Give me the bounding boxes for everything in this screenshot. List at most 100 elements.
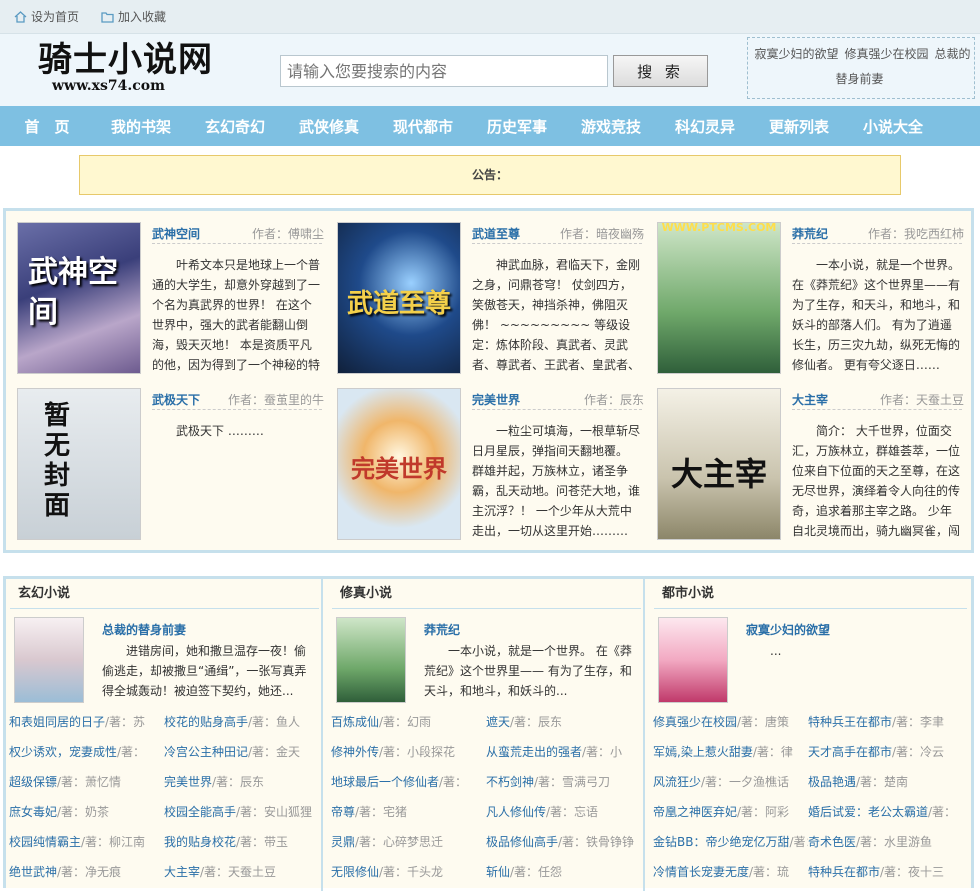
book-title[interactable]: 总裁的替身前妻	[102, 621, 186, 638]
list-item: 修真强少在校园/著：唐策	[653, 707, 808, 737]
nav-wuxia[interactable]: 武侠修真	[282, 116, 376, 137]
book-link[interactable]: 完美世界	[164, 775, 212, 789]
category-heading[interactable]: 玄幻小说	[10, 579, 319, 609]
book-cover[interactable]: 大主宰	[657, 388, 781, 540]
list-item: 极品修仙高手/著：铁骨铮铮	[486, 827, 641, 857]
book-author: /著：	[117, 745, 146, 759]
book-link[interactable]: 超级保镖	[9, 775, 57, 789]
list-row: 百炼成仙/著：幻雨 遮天/著：辰东	[331, 707, 647, 737]
book-title[interactable]: 寂寞少妇的欲望	[746, 621, 830, 638]
divider	[792, 243, 962, 244]
book-author: 作者：蚕茧里的牛	[227, 393, 324, 407]
book-title[interactable]: 莽荒纪	[424, 621, 460, 638]
book-link[interactable]: 军嫣,染上惹火甜妻	[653, 745, 753, 759]
book-link[interactable]: 风流狂少	[653, 775, 701, 789]
book-link[interactable]: 和表姐同居的日子	[9, 715, 105, 729]
add-favorite-link[interactable]: 加入收藏	[101, 8, 166, 25]
list-item: 特种兵王在都市/著：李聿	[808, 707, 963, 737]
hot-links: 寂寞少妇的欲望 修真强少在校园 总裁的替身前妻	[747, 37, 975, 99]
book-link[interactable]: 金钻BB：帝少绝宠亿万甜	[653, 835, 789, 849]
nav-home[interactable]: 首 页	[0, 116, 94, 137]
book-author: /著：夜十三	[880, 865, 945, 879]
book-cover[interactable]: 完美世界	[337, 388, 461, 540]
book-author: /著：奶茶	[57, 805, 110, 819]
list-row: 灵鼎/著：心碎梦思迁 极品修仙高手/著：铁骨铮铮	[331, 827, 647, 857]
book-cover[interactable]: WWW.PTCMS.COM	[657, 222, 781, 374]
home-icon	[14, 10, 27, 23]
site-logo[interactable]: 骑士小说网 www.xs74.com	[38, 42, 213, 98]
book-link[interactable]: 校园纯情霸主	[9, 835, 81, 849]
book-author: /著：萧忆情	[57, 775, 122, 789]
book-link[interactable]: 帝尊	[331, 805, 355, 819]
list-item: 不朽剑神/著：雪满弓刀	[486, 767, 641, 797]
category-heading[interactable]: 都市小说	[654, 579, 967, 609]
nav-scifi[interactable]: 科幻灵异	[658, 116, 752, 137]
divider	[472, 409, 642, 410]
hot-link-1[interactable]: 寂寞少妇的欲望	[754, 47, 838, 61]
book-title[interactable]: 完美世界	[472, 391, 520, 408]
book-cover[interactable]: 武道至尊	[337, 222, 461, 374]
book-link[interactable]: 极品修仙高手	[486, 835, 558, 849]
book-title[interactable]: 武极天下	[152, 391, 200, 408]
book-link[interactable]: 婚后试爱：老公太霸道	[808, 805, 928, 819]
book-title[interactable]: 大主宰	[792, 391, 828, 408]
book-title[interactable]: 莽荒纪	[792, 225, 828, 242]
book-link[interactable]: 特种兵王在都市	[808, 715, 892, 729]
book-cover[interactable]: 武神空间	[17, 222, 141, 374]
book-link[interactable]: 修真强少在校园	[653, 715, 737, 729]
nav-history[interactable]: 历史军事	[470, 116, 564, 137]
nav-fantasy[interactable]: 玄幻奇幻	[188, 116, 282, 137]
set-home-link[interactable]: 设为首页	[14, 8, 79, 25]
divider	[152, 243, 322, 244]
book-link[interactable]: 不朽剑神	[486, 775, 534, 789]
list-item: 特种兵在都市/著：夜十三	[808, 857, 963, 887]
book-author: /著：心碎梦思迁	[355, 835, 444, 849]
book-link[interactable]: 无限修仙	[331, 865, 379, 879]
nav-bookshelf[interactable]: 我的书架	[94, 116, 188, 137]
book-link[interactable]: 绝世武神	[9, 865, 57, 879]
book-link[interactable]: 凡人修仙传	[486, 805, 546, 819]
book-cover[interactable]	[336, 617, 406, 703]
book-link[interactable]: 帝凰之神医弃妃	[653, 805, 737, 819]
book-link[interactable]: 校园全能高手	[164, 805, 236, 819]
book-link[interactable]: 奇术色医	[808, 835, 856, 849]
search-input[interactable]	[280, 55, 608, 87]
nav-games[interactable]: 游戏竞技	[564, 116, 658, 137]
book-author: /著：冷云	[892, 745, 945, 759]
book-link[interactable]: 地球最后一个修仙者	[331, 775, 439, 789]
nav-urban[interactable]: 现代都市	[376, 116, 470, 137]
hot-link-2[interactable]: 修真强少在校园	[844, 47, 928, 61]
book-link[interactable]: 从蛮荒走出的强者	[486, 745, 582, 759]
book-cover[interactable]	[14, 617, 84, 703]
category-heading[interactable]: 修真小说	[332, 579, 641, 609]
book-cover[interactable]	[658, 617, 728, 703]
book-link[interactable]: 庶女毒妃	[9, 805, 57, 819]
nav-updates[interactable]: 更新列表	[752, 116, 846, 137]
book-link[interactable]: 我的贴身校花	[164, 835, 236, 849]
book-link[interactable]: 天才高手在都市	[808, 745, 892, 759]
search-button[interactable]: 搜 索	[613, 55, 708, 87]
book-link[interactable]: 冷情首长宠妻无度	[653, 865, 749, 879]
book-link[interactable]: 大主宰	[164, 865, 200, 879]
list-item: 大主宰/著：天蚕土豆	[164, 857, 319, 887]
book-link[interactable]: 斩仙	[486, 865, 510, 879]
book-author: /著：小	[582, 745, 623, 759]
book-title[interactable]: 武道至尊	[472, 225, 520, 242]
list-item: 金钻BB：帝少绝宠亿万甜/著：	[653, 827, 808, 857]
book-link[interactable]: 遮天	[486, 715, 510, 729]
book-link[interactable]: 百炼成仙	[331, 715, 379, 729]
book-link[interactable]: 权少诱欢，宠妻成性	[9, 745, 117, 759]
book-link[interactable]: 冷宫公主种田记	[164, 745, 248, 759]
book-link[interactable]: 修神外传	[331, 745, 379, 759]
book-link[interactable]: 特种兵在都市	[808, 865, 880, 879]
book-link[interactable]: 校花的贴身高手	[164, 715, 248, 729]
book-cover[interactable]: 暂无封面	[17, 388, 141, 540]
list-item: 和表姐同居的日子/著：苏	[9, 707, 164, 737]
set-home-label: 设为首页	[31, 10, 80, 24]
nav-all-novels[interactable]: 小说大全	[846, 116, 940, 137]
book-link[interactable]: 极品艳遇	[808, 775, 856, 789]
list-row: 校园纯情霸主/著：柳江南 我的贴身校花/著：带玉	[9, 827, 325, 857]
book-link[interactable]: 灵鼎	[331, 835, 355, 849]
list-item: 冷宫公主种田记/著：金天	[164, 737, 319, 767]
book-title[interactable]: 武神空间	[152, 225, 200, 242]
